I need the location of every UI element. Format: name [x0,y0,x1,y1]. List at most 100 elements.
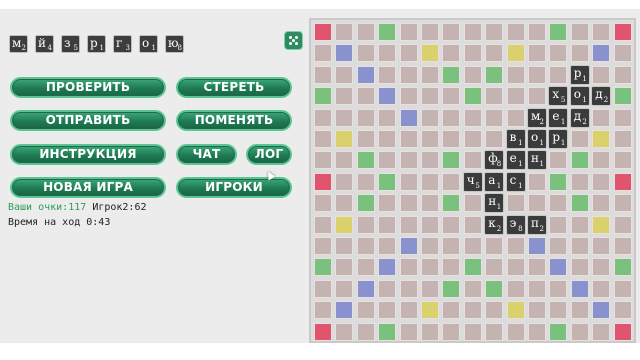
chat-button[interactable]: ЧАТ [176,144,237,165]
board-cell[interactable] [506,87,525,106]
board-cell[interactable] [421,108,439,127]
bonus-cell-yellow[interactable] [335,130,354,148]
board-cell[interactable] [378,301,397,320]
board-cell[interactable] [506,237,525,255]
board-cell[interactable] [528,301,546,320]
board-cell[interactable] [463,151,482,170]
board-tile[interactable]: а1 [484,171,505,192]
bonus-cell-green[interactable] [549,23,568,41]
board-cell[interactable] [314,301,332,320]
board-tile[interactable]: в1 [505,129,526,149]
board-cell[interactable] [506,108,525,127]
bonus-cell-red[interactable] [613,23,632,41]
players-button[interactable]: ИГРОКИ [176,177,292,198]
board-cell[interactable] [592,23,611,41]
board-cell[interactable] [570,44,589,63]
bonus-cell-green[interactable] [463,87,482,106]
board-cell[interactable] [442,301,461,320]
board-cell[interactable] [356,237,375,255]
board-cell[interactable] [592,65,611,84]
bonus-cell-green[interactable] [314,87,332,106]
board-cell[interactable] [399,65,418,84]
bonus-cell-red[interactable] [613,172,632,191]
board-cell[interactable] [442,172,461,191]
board-cell[interactable] [613,65,632,84]
bonus-cell-blue[interactable] [378,87,397,106]
board-cell[interactable] [592,237,611,255]
board-cell[interactable] [442,23,461,41]
board-tile[interactable]: н1 [484,193,505,214]
board-cell[interactable] [314,215,332,234]
board-cell[interactable] [314,108,332,127]
board-cell[interactable] [570,172,589,191]
board-cell[interactable] [592,279,611,298]
bonus-cell-red[interactable] [314,322,332,341]
bonus-cell-yellow[interactable] [421,301,439,320]
bonus-cell-green[interactable] [463,258,482,277]
board-cell[interactable] [378,194,397,213]
board-cell[interactable] [463,130,482,148]
board-cell[interactable] [442,237,461,255]
board-cell[interactable] [399,279,418,298]
bonus-cell-blue[interactable] [356,279,375,298]
board-cell[interactable] [570,258,589,277]
board-cell[interactable] [528,44,546,63]
board-cell[interactable] [506,194,525,213]
board-cell[interactable] [549,237,568,255]
board-cell[interactable] [378,108,397,127]
board-cell[interactable] [335,258,354,277]
board-tile[interactable]: д2 [569,107,590,128]
board-cell[interactable] [485,23,504,41]
board-cell[interactable] [506,65,525,84]
bonus-cell-green[interactable] [442,151,461,170]
board-cell[interactable] [442,130,461,148]
board-cell[interactable] [356,108,375,127]
board-cell[interactable] [421,151,439,170]
shuffle-rack-button[interactable] [284,31,303,50]
board-cell[interactable] [570,237,589,255]
board-cell[interactable] [356,301,375,320]
board-tile[interactable]: д2 [591,86,612,107]
board-cell[interactable] [528,65,546,84]
board-cell[interactable] [463,108,482,127]
bonus-cell-yellow[interactable] [506,44,525,63]
board-cell[interactable] [314,279,332,298]
board-cell[interactable] [613,151,632,170]
game-board[interactable]: р1х5о1д2м2е1д2в1о1р1ф8е1н1ч5а1с1н1к2э8п2 [309,18,636,343]
bonus-cell-green[interactable] [549,322,568,341]
board-cell[interactable] [314,237,332,255]
board-cell[interactable] [528,23,546,41]
board-cell[interactable] [506,279,525,298]
board-cell[interactable] [613,108,632,127]
board-cell[interactable] [378,215,397,234]
board-cell[interactable] [314,65,332,84]
board-cell[interactable] [356,130,375,148]
board-cell[interactable] [506,23,525,41]
board-cell[interactable] [335,23,354,41]
board-cell[interactable] [378,151,397,170]
board-cell[interactable] [463,301,482,320]
board-cell[interactable] [399,215,418,234]
board-cell[interactable] [549,215,568,234]
board-cell[interactable] [463,279,482,298]
bonus-cell-blue[interactable] [528,237,546,255]
board-cell[interactable] [378,130,397,148]
board-cell[interactable] [356,44,375,63]
bonus-cell-blue[interactable] [549,258,568,277]
board-cell[interactable] [549,194,568,213]
log-button[interactable]: ЛОГ [246,144,292,165]
rack-tile[interactable]: р1 [87,35,106,53]
check-button[interactable]: ПРОВЕРИТЬ [10,77,166,98]
bonus-cell-green[interactable] [549,172,568,191]
bonus-cell-green[interactable] [570,194,589,213]
board-cell[interactable] [335,194,354,213]
board-tile[interactable]: ф8 [484,150,505,171]
board-cell[interactable] [570,215,589,234]
board-tile[interactable]: о1 [569,86,590,107]
board-cell[interactable] [485,237,504,255]
board-cell[interactable] [399,258,418,277]
bonus-cell-blue[interactable] [335,44,354,63]
bonus-cell-green[interactable] [356,151,375,170]
send-button[interactable]: ОТПРАВИТЬ [10,110,166,131]
board-cell[interactable] [335,279,354,298]
